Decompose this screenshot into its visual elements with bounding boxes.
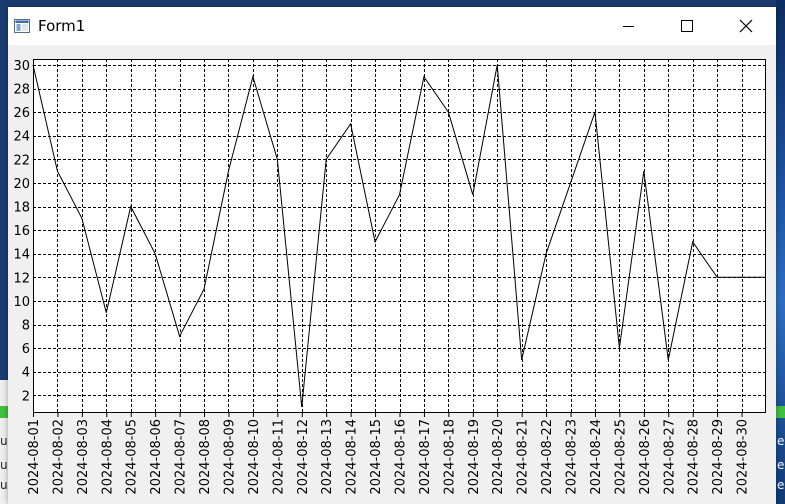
x-tick-label: 2024-08-07 — [174, 419, 189, 495]
y-tick-label: 2 — [22, 389, 30, 404]
y-tick-label: 12 — [13, 271, 30, 286]
x-tick-label: 2024-08-08 — [198, 419, 213, 495]
minimize-icon — [623, 26, 634, 27]
x-tick-label: 2024-08-16 — [394, 419, 409, 495]
y-tick-label: 4 — [22, 366, 30, 381]
x-tick-label: 2024-08-11 — [271, 419, 286, 495]
y-tick-label: 22 — [13, 153, 30, 168]
x-tick-label: 2024-08-04 — [100, 419, 115, 495]
title-bar[interactable]: Form1 — [8, 7, 776, 45]
line-chart: 246810121416182022242628302024-08-01 2024… — [13, 59, 766, 495]
window-title: Form1 — [38, 17, 86, 35]
x-tick-label: 2024-08-21 — [516, 419, 531, 495]
y-tick-label: 24 — [13, 130, 30, 145]
y-tick-label: 26 — [13, 106, 30, 121]
x-tick-label: 2024-08-27 — [662, 419, 677, 495]
desktop-green-strip — [776, 406, 785, 418]
x-tick-label: 2024-08-05 — [125, 419, 140, 495]
minimize-button[interactable] — [600, 7, 658, 45]
y-tick-label: 18 — [13, 201, 30, 216]
y-tick-label: 28 — [13, 83, 30, 98]
x-tick-label: 2024-08-29 — [711, 419, 726, 495]
x-tick-label: 2024-08-01 — [27, 419, 42, 495]
x-tick-label: 2024-08-26 — [638, 419, 653, 495]
x-tick-label: 2024-08-17 — [418, 419, 433, 495]
y-tick-label: 16 — [13, 224, 30, 239]
x-tick-label: 2024-08-22 — [540, 419, 555, 495]
x-tick-label: 2024-08-19 — [467, 419, 482, 495]
desktop-background — [776, 0, 785, 504]
background-window-green-strip — [0, 406, 8, 418]
x-tick-label: 2024-08-25 — [613, 419, 628, 495]
desktop-text-fragment: ec — [777, 478, 785, 492]
maximize-icon — [681, 20, 693, 32]
x-tick-label: 2024-08-24 — [589, 419, 604, 495]
x-tick-label: 2024-08-14 — [345, 419, 360, 495]
x-tick-label: 2024-08-12 — [296, 419, 311, 495]
y-tick-label: 20 — [13, 177, 30, 192]
x-tick-label: 2024-08-09 — [222, 419, 237, 495]
maximize-button[interactable] — [658, 7, 716, 45]
x-tick-label: 2024-08-18 — [442, 419, 457, 495]
x-tick-label: 2024-08-03 — [76, 419, 91, 495]
desktop-text-fragment: ec — [777, 434, 785, 448]
chart-container: 2 4 6 8 10 12 14 16 18 20 22 24 26 28 30 2024-08-01 2024… — [8, 45, 776, 504]
x-tick-label: 2024-08-06 — [149, 419, 164, 495]
y-tick-label: 10 — [13, 295, 30, 310]
y-tick-label: 8 — [22, 319, 30, 334]
close-icon — [739, 19, 753, 33]
background-text-fragment: u — [0, 478, 8, 492]
background-text-fragment: u — [0, 458, 8, 472]
app-form-icon — [14, 18, 30, 33]
form-window: Form1 2 4 6 8 10 12 14 16 18 20 22 24 26 28 30 2024-08-… — [8, 7, 776, 504]
x-tick-label: 2024-08-20 — [491, 419, 506, 495]
x-tick-label: 2024-08-02 — [51, 419, 66, 495]
y-tick-label: 30 — [13, 59, 30, 74]
x-tick-label: 2024-08-15 — [369, 419, 384, 495]
x-tick-label: 2024-08-23 — [565, 419, 580, 495]
close-button[interactable] — [717, 7, 775, 45]
x-tick-label: 2024-08-13 — [320, 419, 335, 495]
desktop-text-fragment: ec — [777, 458, 785, 472]
y-tick-label: 14 — [13, 248, 30, 263]
background-text-fragment: u — [0, 434, 8, 448]
x-tick-label: 2024-08-30 — [736, 419, 751, 495]
x-tick-label: 2024-08-28 — [687, 419, 702, 495]
y-tick-label: 6 — [22, 342, 30, 357]
x-tick-label: 2024-08-10 — [247, 419, 262, 495]
